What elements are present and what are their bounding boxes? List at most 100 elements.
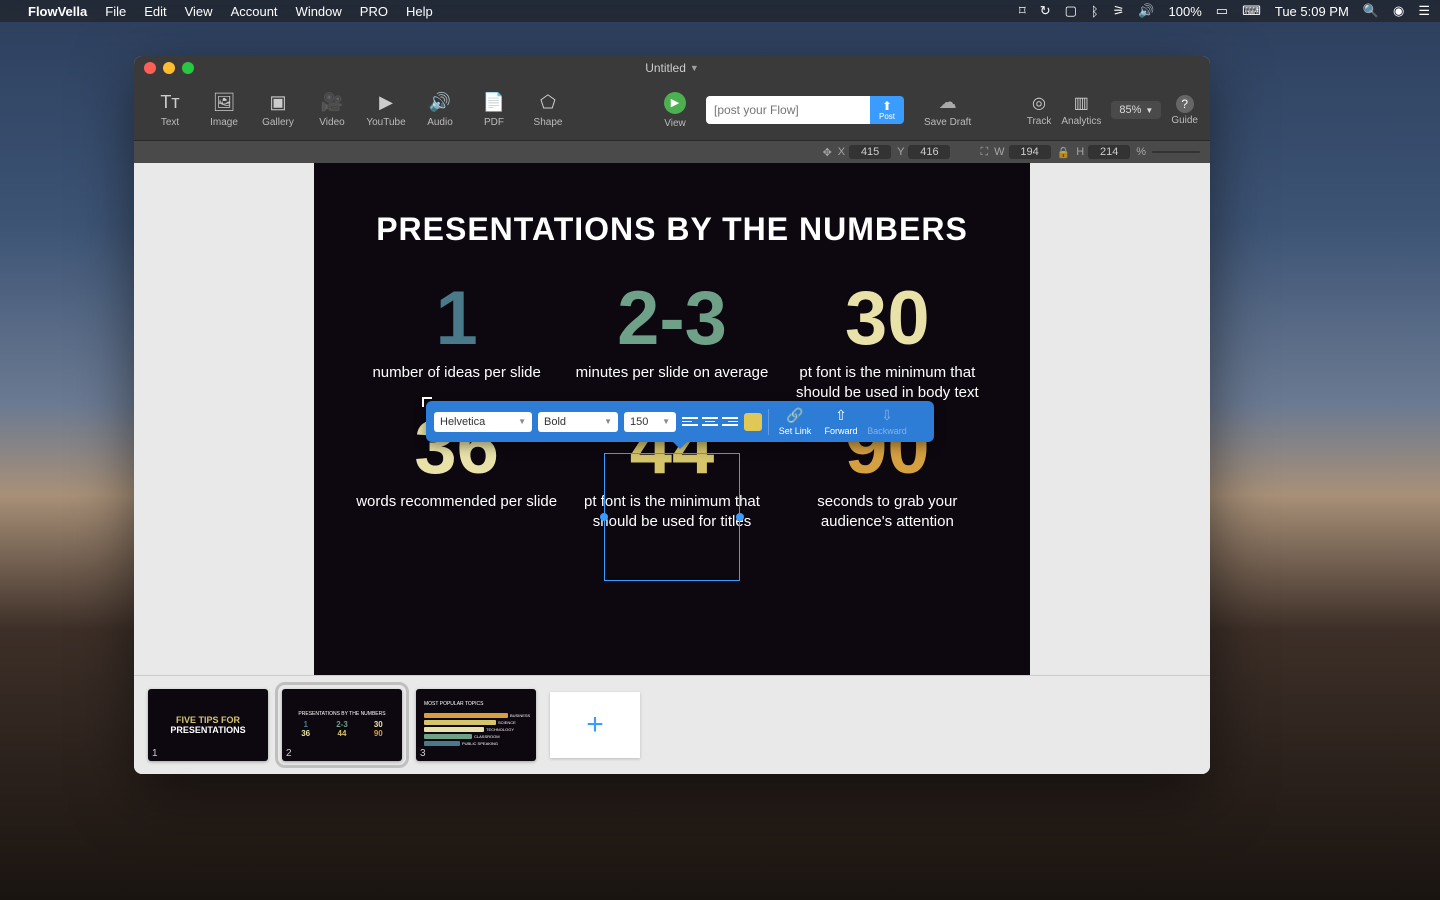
x-label: X: [838, 146, 845, 158]
size-icon: ⛶: [980, 146, 988, 159]
stat-4-caption: words recommended per slide: [354, 492, 559, 512]
forward-icon: ⇧: [835, 407, 847, 424]
align-center[interactable]: [702, 414, 718, 430]
stat-6-caption: seconds to grab your audience's attentio…: [785, 492, 990, 531]
color-swatch[interactable]: [744, 413, 762, 431]
font-select[interactable]: Helvetica▼: [434, 412, 532, 432]
lock-icon[interactable]: 🔒: [1057, 146, 1071, 159]
window-title[interactable]: Untitled: [645, 61, 686, 75]
stat-cell-1[interactable]: 1number of ideas per slide: [354, 281, 559, 402]
analytics-button[interactable]: ▥Analytics: [1061, 93, 1101, 127]
minimize-window[interactable]: [163, 62, 175, 74]
tool-shape[interactable]: ⬠Shape: [524, 84, 572, 136]
track-label: Track: [1027, 116, 1052, 127]
handle-left[interactable]: [600, 513, 608, 521]
add-slide-button[interactable]: +: [550, 692, 640, 758]
track-icon: ◎: [1032, 93, 1046, 113]
thumbnail-2[interactable]: PRESENTATIONS BY THE NUMBERS 1 2-3 30 36…: [282, 689, 402, 761]
forward-button[interactable]: ⇧Forward: [821, 407, 861, 436]
thumb3-title: MOST POPULAR TOPICS: [416, 701, 536, 709]
menubar-app[interactable]: FlowVella: [28, 4, 87, 19]
track-button[interactable]: ◎ Track: [1027, 93, 1052, 127]
align-right[interactable]: [722, 414, 738, 430]
help-icon: ?: [1176, 95, 1194, 113]
stat-cell-3[interactable]: 30pt font is the minimum that should be …: [785, 281, 990, 402]
menu-window[interactable]: Window: [296, 4, 342, 19]
airplay-icon[interactable]: ▢: [1065, 3, 1077, 19]
selection-box[interactable]: [604, 453, 740, 581]
w-label: W: [994, 146, 1004, 158]
thumbnail-3[interactable]: MOST POPULAR TOPICS BUSINESS SCIENCE TEC…: [416, 689, 536, 761]
thumb2-n3: 30: [361, 721, 396, 729]
stat-cell-2[interactable]: 2-3minutes per slide on average: [569, 281, 774, 402]
w-value[interactable]: 194: [1009, 145, 1051, 159]
thumb2-n1: 1: [288, 721, 323, 729]
tool-pdf[interactable]: 📄PDF: [470, 84, 518, 136]
y-value[interactable]: 416: [908, 145, 950, 159]
spotlight-icon[interactable]: 🔍: [1363, 3, 1379, 19]
thumb3-l4: PUBLIC SPEAKING: [462, 741, 498, 746]
tool-image[interactable]: 🖼Image: [200, 84, 248, 136]
zoom-window[interactable]: [182, 62, 194, 74]
siri-icon[interactable]: ◉: [1393, 3, 1404, 19]
text-format-toolbar[interactable]: Helvetica▼ Bold▼ 150▼ 🔗Set Link ⇧Forward…: [426, 401, 934, 442]
thumb2-title: PRESENTATIONS BY THE NUMBERS: [282, 711, 402, 717]
textinput-icon[interactable]: ⌨: [1242, 3, 1261, 19]
set-link-button[interactable]: 🔗Set Link: [775, 407, 815, 436]
volume-icon[interactable]: 🔊: [1138, 3, 1154, 19]
view-button[interactable]: ▶ View: [664, 92, 686, 129]
dropbox-icon[interactable]: ⌑: [1019, 3, 1026, 19]
battery-icon[interactable]: ▭: [1216, 3, 1228, 19]
font-value: Helvetica: [440, 416, 485, 428]
tool-audio[interactable]: 🔊Audio: [416, 84, 464, 136]
h-value[interactable]: 214: [1088, 145, 1130, 159]
save-draft-button[interactable]: ☁ Save Draft: [924, 92, 971, 128]
stat-2-caption: minutes per slide on average: [569, 363, 774, 383]
close-window[interactable]: [144, 62, 156, 74]
guide-button[interactable]: ?Guide: [1171, 95, 1198, 126]
zoom-select[interactable]: 85%▼: [1111, 101, 1161, 119]
thumb3-l2: TECHNOLOGY: [486, 727, 514, 732]
thumbnail-1[interactable]: FIVE TIPS FORPRESENTATIONS 1: [148, 689, 268, 761]
tool-text[interactable]: TᴛText: [146, 84, 194, 136]
menu-pro[interactable]: PRO: [360, 4, 388, 19]
weight-select[interactable]: Bold▼: [538, 412, 618, 432]
backward-icon: ⇩: [881, 407, 893, 424]
thumb2-n5: 44: [324, 730, 359, 738]
x-value[interactable]: 415: [849, 145, 891, 159]
menu-edit[interactable]: Edit: [144, 4, 166, 19]
handle-right[interactable]: [736, 513, 744, 521]
image-icon: 🖼: [212, 93, 236, 113]
align-left[interactable]: [682, 414, 698, 430]
post-button[interactable]: ⬆Post: [870, 96, 904, 124]
thumb-number-3: 3: [420, 748, 426, 759]
percent-value[interactable]: [1152, 151, 1200, 153]
bluetooth-icon[interactable]: ᛒ: [1091, 4, 1099, 19]
size-select[interactable]: 150▼: [624, 412, 676, 432]
menu-file[interactable]: File: [105, 4, 126, 19]
wifi-icon[interactable]: ⚞: [1113, 3, 1125, 19]
post-input[interactable]: [706, 96, 870, 124]
size-value: 150: [630, 416, 648, 428]
clock[interactable]: Tue 5:09 PM: [1275, 4, 1349, 19]
title-caret-icon[interactable]: ▼: [690, 63, 699, 73]
tool-youtube-label: YouTube: [366, 117, 405, 128]
notification-icon[interactable]: ☰: [1418, 3, 1430, 19]
battery-text[interactable]: 100%: [1169, 4, 1202, 19]
zoom-value: 85%: [1119, 104, 1141, 116]
menu-account[interactable]: Account: [231, 4, 278, 19]
shape-icon: ⬠: [536, 93, 560, 113]
timemachine-icon[interactable]: ↻: [1040, 3, 1051, 19]
position-icon: ✥: [823, 146, 832, 159]
backward-button[interactable]: ⇩Backward: [867, 407, 907, 436]
plus-icon: +: [586, 708, 604, 742]
tool-video[interactable]: 🎥Video: [308, 84, 356, 136]
menu-help[interactable]: Help: [406, 4, 433, 19]
menu-view[interactable]: View: [185, 4, 213, 19]
tool-youtube[interactable]: ▶YouTube: [362, 84, 410, 136]
tool-gallery[interactable]: ▣Gallery: [254, 84, 302, 136]
stat-3-number: 30: [785, 281, 990, 357]
chevron-down-icon: ▼: [604, 417, 612, 426]
slide-title[interactable]: PRESENTATIONS BY THE NUMBERS: [314, 211, 1030, 248]
canvas[interactable]: PRESENTATIONS BY THE NUMBERS 1number of …: [134, 163, 1210, 675]
